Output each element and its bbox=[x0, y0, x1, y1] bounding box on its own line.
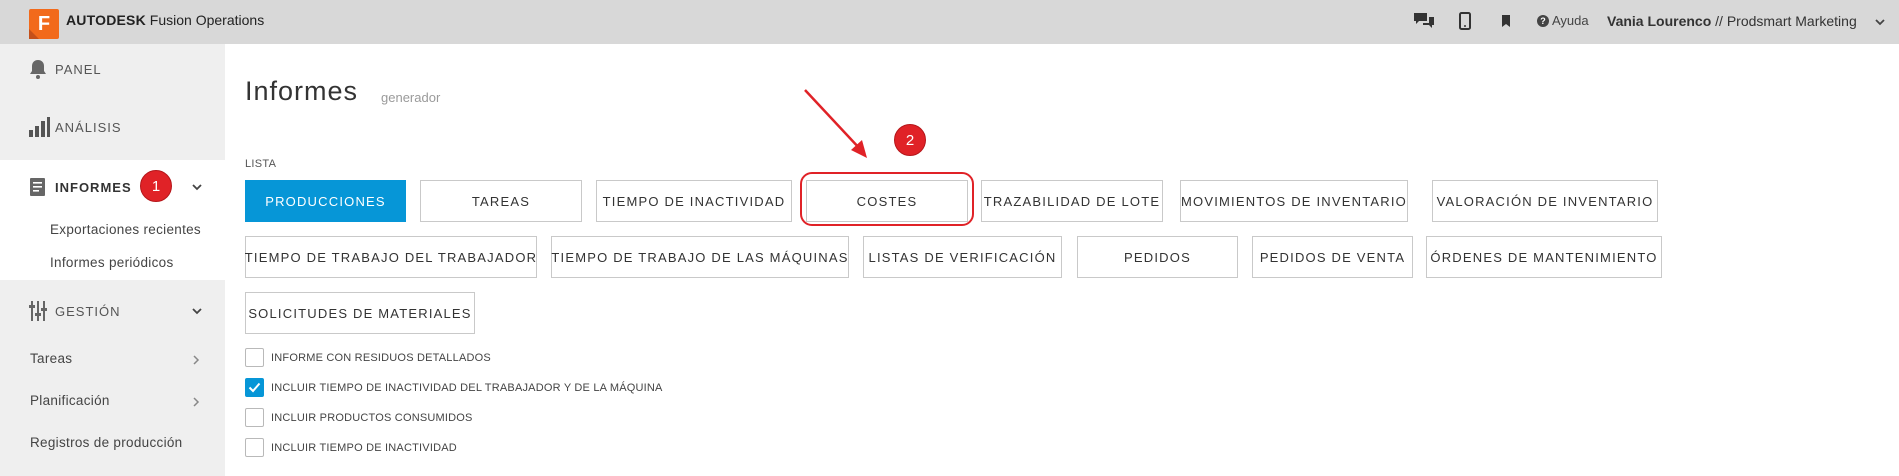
report-button-listas-verificacion[interactable]: LISTAS DE VERIFICACIÓN bbox=[863, 236, 1062, 278]
chat-icon[interactable] bbox=[1412, 10, 1436, 32]
sidebar-item-analisis[interactable]: ANÁLISIS bbox=[0, 102, 225, 152]
chevron-right-icon bbox=[191, 353, 201, 371]
option-inactividad-trabajador-maquina[interactable]: INCLUIR TIEMPO DE INACTIVIDAD DEL TRABAJ… bbox=[245, 378, 663, 397]
sidebar-item-gestion[interactable]: GESTIÓN bbox=[0, 286, 225, 336]
report-icon bbox=[28, 176, 48, 201]
checkbox[interactable] bbox=[245, 438, 264, 457]
report-button-tiempo-trabajador[interactable]: TIEMPO DE TRABAJO DEL TRABAJADOR bbox=[245, 236, 537, 278]
report-button-producciones[interactable]: PRODUCCIONES bbox=[245, 180, 406, 222]
annotation-arrow bbox=[804, 89, 867, 158]
sliders-icon bbox=[28, 299, 48, 326]
report-button-tiempo-maquinas[interactable]: TIEMPO DE TRABAJO DE LAS MÁQUINAS bbox=[551, 236, 849, 278]
annotation-highlight bbox=[800, 172, 974, 226]
page-title: Informes bbox=[245, 76, 359, 106]
report-button-solicitudes-materiales[interactable]: SOLICITUDES DE MATERIALES bbox=[245, 292, 475, 334]
chevron-down-icon[interactable] bbox=[191, 305, 203, 320]
report-button-pedidos-venta[interactable]: PEDIDOS DE VENTA bbox=[1252, 236, 1413, 278]
annotation-badge-1: 1 bbox=[140, 170, 172, 202]
sidebar-item-tareas[interactable]: Tareas bbox=[30, 351, 72, 366]
sidebar-item-registros[interactable]: Registros de producción bbox=[30, 435, 182, 450]
chevron-down-icon[interactable] bbox=[191, 181, 203, 196]
report-button-trazabilidad-lote[interactable]: TRAZABILIDAD DE LOTE bbox=[981, 180, 1163, 222]
sidebar-item-informes[interactable]: INFORMES bbox=[0, 160, 225, 214]
chevron-right-icon bbox=[191, 395, 201, 413]
page-subtitle: generador bbox=[381, 90, 441, 105]
submenu-item-exportaciones[interactable]: Exportaciones recientes bbox=[50, 222, 201, 237]
option-tiempo-inactividad[interactable]: INCLUIR TIEMPO DE INACTIVIDAD bbox=[245, 438, 457, 457]
report-button-tareas[interactable]: TAREAS bbox=[420, 180, 582, 222]
annotation-badge-2: 2 bbox=[894, 124, 926, 156]
brand-name: AUTODESK Fusion Operations bbox=[66, 12, 265, 28]
user-menu[interactable]: Vania Lourenco // Prodsmart Marketing bbox=[1607, 13, 1857, 29]
submenu-item-periodicos[interactable]: Informes periódicos bbox=[50, 255, 174, 270]
list-label: LISTA bbox=[245, 158, 277, 170]
top-bar: F AUTODESK Fusion Operations ? Ayuda Van… bbox=[0, 0, 1899, 44]
sidebar: PANEL ANÁLISIS INFORMES Exportaciones re… bbox=[0, 44, 225, 476]
checkbox-checked[interactable] bbox=[245, 378, 264, 397]
fusion-logo[interactable]: F bbox=[29, 9, 59, 39]
report-button-ordenes-mantenimiento[interactable]: ÓRDENES DE MANTENIMIENTO bbox=[1426, 236, 1662, 278]
help-link[interactable]: ? Ayuda bbox=[1537, 13, 1589, 28]
option-residuos-detallados[interactable]: INFORME CON RESIDUOS DETALLADOS bbox=[245, 348, 491, 367]
checkbox[interactable] bbox=[245, 348, 264, 367]
report-button-pedidos[interactable]: PEDIDOS bbox=[1077, 236, 1238, 278]
sidebar-item-planificacion[interactable]: Planificación bbox=[30, 393, 110, 408]
chevron-down-icon[interactable] bbox=[1874, 15, 1886, 33]
report-button-tiempo-inactividad[interactable]: TIEMPO DE INACTIVIDAD bbox=[596, 180, 792, 222]
bar-chart-icon bbox=[28, 116, 50, 141]
bookmark-icon[interactable] bbox=[1500, 10, 1512, 32]
informes-submenu: Exportaciones recientes Informes periódi… bbox=[0, 214, 225, 280]
option-productos-consumidos[interactable]: INCLUIR PRODUCTOS CONSUMIDOS bbox=[245, 408, 473, 427]
report-button-movimientos-inventario[interactable]: MOVIMIENTOS DE INVENTARIO bbox=[1180, 180, 1408, 222]
bell-icon bbox=[28, 58, 48, 83]
help-icon: ? bbox=[1537, 14, 1549, 27]
checkbox[interactable] bbox=[245, 408, 264, 427]
mobile-icon[interactable] bbox=[1459, 10, 1471, 32]
check-icon bbox=[248, 382, 261, 393]
report-button-valoracion-inventario[interactable]: VALORACIÓN DE INVENTARIO bbox=[1432, 180, 1658, 222]
sidebar-item-panel[interactable]: PANEL bbox=[0, 44, 225, 94]
